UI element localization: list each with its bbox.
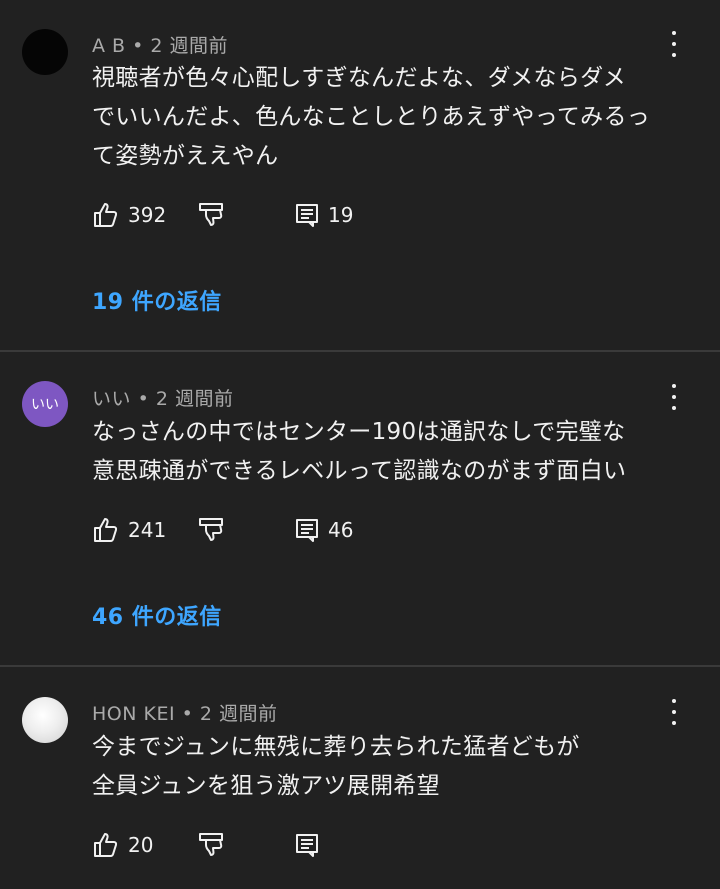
reply-count: 19 [328, 203, 354, 227]
comment-text: なっさんの中ではセンター190は通訳なしで完璧な 意思疎通ができるレベルって認識… [92, 419, 627, 484]
comment-meta: いい • 2 週間前 [92, 384, 233, 411]
author-name[interactable]: A B [92, 35, 126, 57]
author-name[interactable]: HON KEI [92, 703, 175, 725]
thumbs-up-icon [94, 833, 118, 857]
thumbs-down-icon [199, 518, 223, 541]
dislike-button[interactable] [197, 515, 225, 545]
more-options-button[interactable] [668, 699, 680, 725]
avatar[interactable] [22, 697, 68, 743]
avatar[interactable] [22, 29, 68, 75]
comment-actions: 20 [0, 830, 720, 860]
like-count: 241 [128, 518, 167, 542]
comment-actions: 241 46 [0, 515, 720, 545]
reply-count: 46 [328, 518, 354, 542]
dislike-button[interactable] [197, 830, 225, 860]
more-vertical-icon [672, 384, 676, 388]
like-button[interactable]: 20 [92, 830, 153, 860]
thumbs-down-icon [199, 833, 223, 856]
like-button[interactable]: 241 [92, 515, 166, 545]
separator: • [181, 703, 194, 725]
divider [0, 350, 720, 352]
more-options-button[interactable] [668, 384, 680, 410]
more-vertical-icon [672, 699, 676, 703]
comment-icon [296, 834, 318, 857]
reply-button[interactable]: 19 [294, 200, 353, 230]
thumbs-up-icon [94, 518, 118, 542]
comment-text: 今までジュンに無残に葬り去られた猛者どもが 全員ジュンを狙う激アツ展開希望 [92, 734, 580, 799]
avatar[interactable]: いい [22, 381, 68, 427]
comment-icon [296, 204, 318, 227]
comment-text: 視聴者が色々心配しすぎなんだよな、ダメならダメ でいいんだよ、色んなことしとりあ… [92, 65, 651, 169]
timestamp[interactable]: 2 週間前 [156, 388, 234, 410]
thumbs-up-icon [94, 203, 118, 227]
more-options-button[interactable] [668, 31, 680, 57]
author-name[interactable]: いい [92, 388, 131, 410]
divider [0, 665, 720, 667]
like-count: 20 [128, 833, 154, 857]
separator: • [137, 388, 150, 410]
like-button[interactable]: 392 [92, 200, 166, 230]
reply-button[interactable] [294, 830, 320, 860]
comment-meta: HON KEI • 2 週間前 [92, 699, 278, 726]
view-replies-link[interactable]: 19 件の返信 [92, 284, 222, 316]
comment-meta: A B • 2 週間前 [92, 31, 228, 58]
timestamp[interactable]: 2 週間前 [200, 703, 278, 725]
comment-icon [296, 519, 318, 542]
reply-button[interactable]: 46 [294, 515, 353, 545]
dislike-button[interactable] [197, 200, 225, 230]
separator: • [132, 35, 144, 57]
view-replies-link[interactable]: 46 件の返信 [92, 599, 222, 631]
more-vertical-icon [672, 31, 676, 35]
comment-actions: 392 19 [0, 200, 720, 230]
timestamp[interactable]: 2 週間前 [150, 35, 228, 57]
thumbs-down-icon [199, 203, 223, 226]
like-count: 392 [128, 203, 167, 227]
avatar-initials: いい [31, 397, 59, 413]
